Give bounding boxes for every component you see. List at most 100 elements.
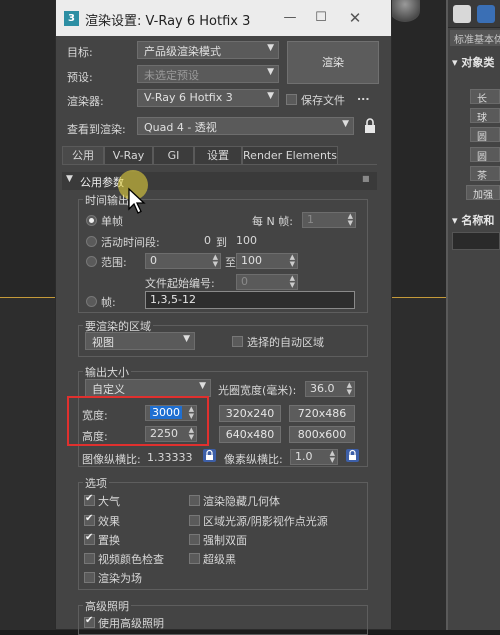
every-n-value: 1 bbox=[307, 213, 314, 226]
frames-input[interactable]: 1,3,5-12 bbox=[145, 291, 355, 309]
chevron-down-icon: ▼ bbox=[267, 43, 274, 53]
range-to-spinner[interactable]: 100 ▲ ▼ bbox=[236, 253, 298, 269]
tab-gi[interactable]: GI bbox=[153, 146, 194, 165]
object-button-3[interactable]: 圆 bbox=[470, 127, 500, 142]
chevron-down-icon: ▼ bbox=[183, 334, 190, 344]
advanced-lighting-title: 高级照明 bbox=[83, 598, 131, 614]
range-to-value: 100 bbox=[241, 254, 262, 267]
tab-render-elements[interactable]: Render Elements bbox=[242, 146, 338, 165]
lock-aspect-icon[interactable] bbox=[203, 449, 216, 462]
displacement-label: 置换 bbox=[98, 534, 120, 547]
chevron-down-icon: ▼ bbox=[199, 381, 206, 391]
object-button-6[interactable]: 加强 bbox=[466, 185, 500, 200]
frames-radio[interactable] bbox=[86, 296, 97, 307]
super-black-checkbox[interactable] bbox=[189, 553, 200, 564]
tab-settings[interactable]: 设置 bbox=[194, 146, 242, 165]
pixel-aspect-label: 像素纵横比: bbox=[224, 453, 283, 466]
pixel-aspect-spinner[interactable]: 1.0 ▲ ▼ bbox=[290, 449, 338, 465]
spinner-arrows-icon[interactable]: ▲ ▼ bbox=[290, 275, 295, 289]
viewcube-sphere-icon[interactable] bbox=[390, 0, 420, 22]
lock-pixel-aspect-icon[interactable] bbox=[346, 449, 359, 462]
rollout-pin-icon[interactable]: ■ bbox=[362, 174, 370, 183]
spinner-arrows-icon[interactable]: ▲ ▼ bbox=[330, 450, 335, 464]
target-dropdown[interactable]: 产品级渲染模式 ▼ bbox=[137, 41, 279, 59]
modify-tab-icon[interactable] bbox=[477, 5, 495, 23]
object-type-heading[interactable]: ▾ 对象类 bbox=[452, 54, 494, 70]
single-frame-radio[interactable] bbox=[86, 215, 97, 226]
mouse-cursor-icon bbox=[127, 187, 147, 218]
preset-320x240-button[interactable]: 320x240 bbox=[219, 405, 281, 422]
range-from-spinner[interactable]: 0 ▲ ▼ bbox=[145, 253, 221, 269]
area-lights-label: 区域光源/阴影视作点光源 bbox=[203, 515, 328, 528]
auto-region-checkbox[interactable] bbox=[232, 336, 243, 347]
maximize-icon[interactable]: ☐ bbox=[311, 8, 331, 28]
collapse-icon: ▾ bbox=[452, 214, 462, 227]
aperture-width-label: 光圈宽度(毫米): bbox=[218, 384, 297, 397]
object-button-1[interactable]: 长 bbox=[470, 89, 500, 104]
single-frame-label: 单帧 bbox=[101, 215, 123, 228]
every-n-frames-label: 每 N 帧: bbox=[252, 215, 293, 228]
target-label: 目标: bbox=[67, 46, 93, 59]
renderer-value: V-Ray 6 Hotfix 3 bbox=[144, 91, 233, 104]
view-to-render-label: 查看到渲染: bbox=[67, 123, 126, 136]
chevron-down-icon: ▼ bbox=[267, 91, 274, 101]
name-color-heading[interactable]: ▾ 名称和 bbox=[452, 212, 494, 228]
use-advanced-lighting-checkbox[interactable] bbox=[84, 615, 95, 628]
annotation-highlight-box bbox=[67, 396, 209, 446]
render-to-fields-checkbox[interactable] bbox=[84, 572, 95, 583]
lock-icon[interactable] bbox=[364, 117, 376, 135]
spinner-arrows-icon[interactable]: ▲ ▼ bbox=[347, 382, 352, 396]
object-button-2[interactable]: 球 bbox=[470, 108, 500, 123]
active-segment-radio[interactable] bbox=[86, 236, 97, 247]
window-title: 渲染设置: V-Ray 6 Hotfix 3 bbox=[85, 14, 251, 29]
object-button-5[interactable]: 茶 bbox=[470, 166, 500, 181]
minimize-icon[interactable]: — bbox=[280, 8, 300, 28]
spinner-arrows-icon[interactable]: ▲ ▼ bbox=[290, 254, 295, 268]
target-value: 产品级渲染模式 bbox=[144, 45, 221, 58]
preset-800x600-button[interactable]: 800x600 bbox=[289, 426, 355, 443]
preset-720x486-button[interactable]: 720x486 bbox=[289, 405, 355, 422]
render-hidden-checkbox[interactable] bbox=[189, 495, 200, 506]
view-to-render-dropdown[interactable]: Quad 4 - 透视 ▼ bbox=[137, 117, 354, 135]
range-radio[interactable] bbox=[86, 256, 97, 267]
tab-vray[interactable]: V-Ray bbox=[104, 146, 153, 165]
preset-640x480-button[interactable]: 640x480 bbox=[219, 426, 281, 443]
render-button[interactable]: 渲染 bbox=[287, 41, 379, 84]
active-from-value: 0 bbox=[204, 234, 211, 247]
common-params-rollout[interactable]: ▼ 公用参数 ■ bbox=[62, 172, 377, 190]
chevron-down-icon: ▼ bbox=[267, 67, 274, 77]
atmospherics-checkbox[interactable] bbox=[84, 493, 95, 506]
save-file-browse-button[interactable]: ... bbox=[357, 90, 370, 103]
renderer-dropdown[interactable]: V-Ray 6 Hotfix 3 ▼ bbox=[137, 89, 279, 107]
preset-dropdown[interactable]: 未选定预设 ▼ bbox=[137, 65, 279, 83]
close-icon[interactable]: ✕ bbox=[345, 8, 365, 28]
preset-label: 预设: bbox=[67, 71, 93, 84]
object-button-4[interactable]: 圆 bbox=[470, 147, 500, 162]
auto-region-label: 选择的自动区域 bbox=[247, 336, 324, 349]
aperture-width-spinner[interactable]: 36.0 ▲ ▼ bbox=[305, 381, 355, 397]
aperture-width-value: 36.0 bbox=[310, 382, 335, 395]
save-file-checkbox[interactable] bbox=[286, 94, 297, 105]
use-advanced-lighting-label: 使用高级照明 bbox=[98, 617, 164, 630]
view-to-render-value: Quad 4 - 透视 bbox=[144, 121, 217, 134]
object-category-dropdown[interactable]: 标准基本体 bbox=[450, 30, 500, 46]
create-tab-icon[interactable] bbox=[453, 5, 471, 23]
active-to-value: 100 bbox=[236, 234, 257, 247]
every-n-frames-spinner[interactable]: 1 ▲ ▼ bbox=[302, 212, 356, 228]
tab-common[interactable]: 公用 bbox=[62, 146, 104, 165]
spinner-arrows-icon[interactable]: ▲ ▼ bbox=[348, 213, 353, 227]
render-area-dropdown[interactable]: 视图 ▼ bbox=[85, 332, 195, 350]
area-lights-checkbox[interactable] bbox=[189, 515, 200, 526]
spinner-arrows-icon[interactable]: ▲ ▼ bbox=[213, 254, 218, 268]
output-size-preset-value: 自定义 bbox=[92, 383, 125, 396]
force-2-sided-checkbox[interactable] bbox=[189, 534, 200, 545]
object-name-field[interactable] bbox=[452, 232, 500, 250]
file-number-spinner[interactable]: 0 ▲ ▼ bbox=[236, 274, 298, 290]
active-segment-label: 活动时间段: bbox=[101, 236, 160, 249]
effects-checkbox[interactable] bbox=[84, 513, 95, 526]
video-color-check-checkbox[interactable] bbox=[84, 553, 95, 564]
displacement-checkbox[interactable] bbox=[84, 532, 95, 545]
output-size-preset-dropdown[interactable]: 自定义 ▼ bbox=[85, 379, 211, 397]
file-number-label: 文件起始编号: bbox=[145, 277, 215, 290]
save-file-label: 保存文件 bbox=[301, 94, 345, 107]
